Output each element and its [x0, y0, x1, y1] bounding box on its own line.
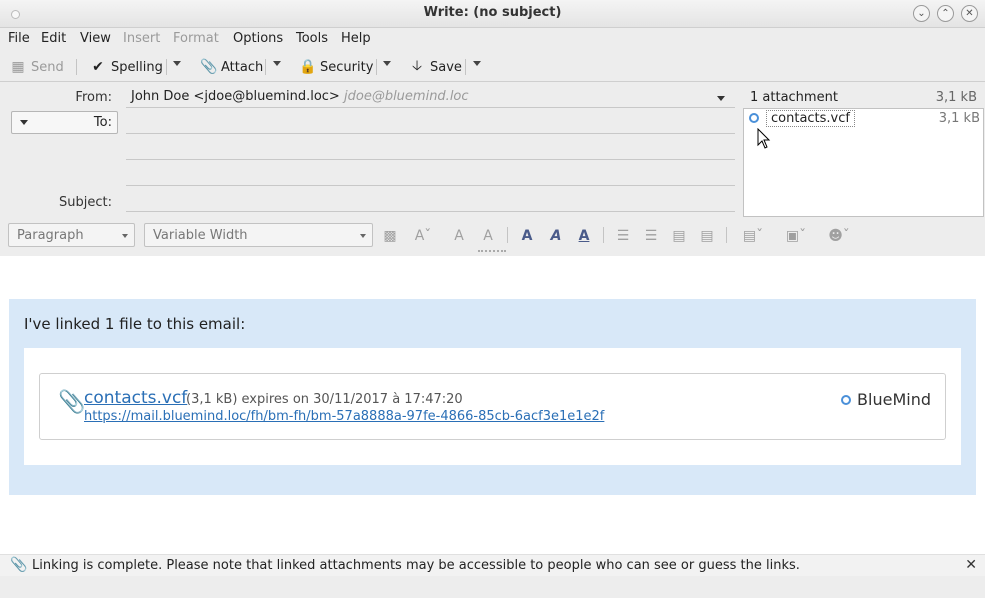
menu-file[interactable]: File	[8, 31, 30, 46]
font-size-icon[interactable]: Aˇ	[410, 227, 436, 245]
toolbar-separator	[465, 59, 466, 75]
menu-tools[interactable]: Tools	[296, 31, 328, 46]
toolbar-separator	[265, 59, 266, 75]
toolbar-separator	[166, 59, 167, 75]
linked-files-box: I've linked 1 file to this email: 📎 cont…	[9, 299, 976, 495]
status-bar	[0, 576, 985, 598]
menu-bar: File Edit View Insert Format Options Too…	[0, 28, 985, 52]
chevron-down-icon	[122, 234, 128, 238]
spelling-button[interactable]: ✔ Spelling	[90, 57, 163, 77]
to-label: To:	[93, 115, 112, 130]
recipient-type-select[interactable]: To:	[11, 111, 118, 134]
subject-label: Subject:	[59, 195, 112, 210]
from-identity-hint: jdoe@bluemind.loc	[344, 89, 469, 104]
font-family-select[interactable]: Variable Width	[144, 223, 373, 247]
linked-file-name[interactable]: contacts.vcf	[84, 388, 187, 408]
maximize-button[interactable]: ⌃	[937, 5, 954, 22]
smaller-font-icon[interactable]: A	[450, 227, 468, 245]
recipient-input-3[interactable]	[126, 184, 735, 186]
bluemind-brand: BlueMind	[841, 390, 931, 409]
bullet-list-icon[interactable]: ☰	[614, 227, 632, 245]
italic-icon[interactable]: A	[547, 227, 565, 245]
security-dropdown-icon[interactable]	[383, 61, 391, 66]
title-bar: Write: (no subject) ⌄ ⌃ ✕	[0, 0, 985, 28]
underline-icon[interactable]: A	[575, 227, 593, 245]
checkmark-icon: ✔	[92, 59, 104, 75]
save-button[interactable]: 🡣 Save	[409, 57, 462, 77]
linked-files-intro: I've linked 1 file to this email:	[24, 315, 246, 333]
linked-file-meta: (3,1 kB) expires on 30/11/2017 à 17:47:2…	[186, 392, 463, 407]
recipient-input-2[interactable]	[126, 158, 735, 160]
attachment-size: 3,1 kB	[938, 111, 980, 126]
brand-name: BlueMind	[857, 390, 931, 409]
attachment-count[interactable]: 1 attachment	[750, 90, 838, 105]
larger-font-icon[interactable]: A	[479, 227, 497, 245]
chevron-down-icon	[360, 234, 366, 238]
send-icon: ▦	[11, 59, 25, 75]
save-dropdown-icon[interactable]	[473, 61, 481, 66]
linked-file-card: 📎 contacts.vcf (3,1 kB) expires on 30/11…	[39, 373, 946, 440]
window-title: Write: (no subject)	[423, 5, 562, 20]
from-select[interactable]: John Doe <jdoe@bluemind.loc> jdoe@bluemi…	[126, 88, 735, 108]
from-dropdown-icon	[717, 96, 725, 101]
minimize-button[interactable]: ⌄	[913, 5, 930, 22]
attach-dropdown-icon[interactable]	[273, 61, 281, 66]
attachment-name: contacts.vcf	[766, 110, 855, 127]
paperclip-icon: 📎	[58, 390, 86, 415]
menu-format[interactable]: Format	[173, 31, 219, 46]
menu-help[interactable]: Help	[341, 31, 371, 46]
toolbar-separator	[76, 59, 77, 75]
paperclip-icon: 📎	[200, 59, 218, 75]
message-body-editor[interactable]: I've linked 1 file to this email: 📎 cont…	[0, 256, 985, 554]
chevron-down-icon	[20, 120, 28, 125]
attach-button[interactable]: 📎 Attach	[200, 57, 263, 77]
toolbar-separator	[726, 227, 727, 243]
insert-image-icon[interactable]: ▣ˇ	[781, 227, 811, 245]
linked-file-url[interactable]: https://mail.bluemind.loc/fh/bm-fh/bm-57…	[84, 409, 604, 424]
security-button[interactable]: 🔒 Security	[299, 57, 373, 77]
menu-insert[interactable]: Insert	[123, 31, 160, 46]
close-window-button[interactable]: ✕	[961, 5, 978, 22]
resize-grip[interactable]	[478, 250, 506, 254]
attachment-total-size: 3,1 kB	[935, 90, 977, 105]
compose-toolbar: ▦ Send ✔ Spelling 📎 Attach 🔒 Security 🡣 …	[0, 52, 985, 82]
toolbar-separator	[376, 59, 377, 75]
attachment-list[interactable]: contacts.vcf 3,1 kB	[743, 108, 984, 217]
smiley-icon[interactable]: ☻ˇ	[824, 227, 854, 245]
close-notification-icon[interactable]: ✕	[965, 557, 977, 573]
notification-bar: 📎 Linking is complete. Please note that …	[0, 554, 985, 576]
text-color-icon[interactable]: ▩	[381, 227, 399, 245]
to-input[interactable]	[126, 132, 735, 134]
spelling-dropdown-icon[interactable]	[173, 61, 181, 66]
menu-view[interactable]: View	[80, 31, 111, 46]
download-arrow-icon: 🡣	[411, 58, 423, 74]
numbered-list-icon[interactable]: ☰	[642, 227, 660, 245]
toolbar-separator	[507, 227, 508, 243]
from-value: John Doe <jdoe@bluemind.loc>	[131, 89, 340, 104]
from-label: From:	[75, 90, 112, 105]
menu-edit[interactable]: Edit	[41, 31, 66, 46]
align-icon[interactable]: ▤ˇ	[738, 227, 768, 245]
toolbar-separator	[603, 227, 604, 243]
attachment-item[interactable]: contacts.vcf 3,1 kB	[748, 110, 980, 128]
bluemind-icon	[749, 113, 759, 123]
indent-icon[interactable]: ▤	[698, 227, 716, 245]
subject-input[interactable]	[126, 210, 735, 212]
bold-icon[interactable]: A	[518, 227, 536, 245]
notification-message: Linking is complete. Please note that li…	[32, 558, 800, 573]
paragraph-format-select[interactable]: Paragraph	[8, 223, 135, 247]
lock-icon: 🔒	[299, 59, 317, 75]
outdent-icon[interactable]: ▤	[670, 227, 688, 245]
mouse-cursor-icon	[757, 128, 771, 149]
bluemind-logo-icon	[841, 394, 852, 405]
send-button[interactable]: ▦ Send	[10, 57, 63, 77]
menu-options[interactable]: Options	[233, 31, 283, 46]
paperclip-icon: 📎	[10, 557, 28, 573]
linked-files-container: 📎 contacts.vcf (3,1 kB) expires on 30/11…	[24, 348, 961, 465]
